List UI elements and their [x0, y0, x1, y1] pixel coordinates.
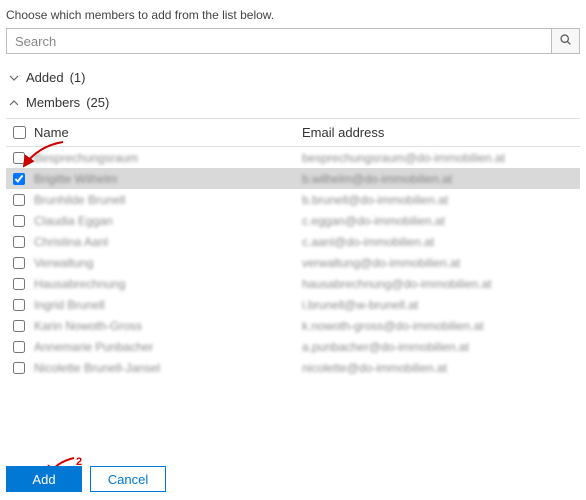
section-members-count: (25) — [86, 95, 109, 110]
row-name: Verwaltung — [32, 256, 300, 270]
row-checkbox[interactable] — [13, 362, 25, 374]
row-name: Besprechungsraum — [32, 151, 300, 165]
chevron-down-icon — [8, 72, 20, 84]
table-row[interactable]: Besprechungsraumbesprechungsraum@do-immo… — [6, 147, 580, 168]
members-table[interactable]: Name Email address Besprechungsraumbespr… — [6, 118, 580, 376]
row-email: i.brunell@w-brunell.at — [300, 298, 580, 312]
row-checkbox[interactable] — [13, 320, 25, 332]
row-name: Annemarie Punbacher — [32, 340, 300, 354]
row-name: Brunhilde Brunell — [32, 193, 300, 207]
row-email: a.punbacher@do-immobilien.at — [300, 340, 580, 354]
column-email[interactable]: Email address — [300, 125, 580, 140]
row-name: Christina Aanl — [32, 235, 300, 249]
table-header: Name Email address — [6, 119, 580, 147]
table-row[interactable]: Claudia Egganc.eggan@do-immobilien.at — [6, 210, 580, 231]
search-icon — [559, 33, 572, 49]
table-row[interactable]: Verwaltungverwaltung@do-immobilien.at — [6, 252, 580, 273]
row-email: c.eggan@do-immobilien.at — [300, 214, 580, 228]
row-checkbox[interactable] — [13, 236, 25, 248]
row-email: verwaltung@do-immobilien.at — [300, 256, 580, 270]
row-checkbox[interactable] — [13, 215, 25, 227]
row-checkbox[interactable] — [13, 257, 25, 269]
table-row[interactable]: Brigitte Wilhelmb.wilhelm@do-immobilien.… — [6, 168, 580, 189]
row-checkbox[interactable] — [13, 341, 25, 353]
table-row[interactable]: Nicolette Brunell-Janselnicolette@do-imm… — [6, 357, 580, 376]
table-row[interactable]: Annemarie Punbachera.punbacher@do-immobi… — [6, 336, 580, 357]
row-checkbox[interactable] — [13, 152, 25, 164]
row-email: besprechungsraum@do-immobilien.at — [300, 151, 580, 165]
table-row[interactable]: Karin Nowoth-Grossk.nowoth-gross@do-immo… — [6, 315, 580, 336]
row-name: Ingrid Brunell — [32, 298, 300, 312]
row-name: Nicolette Brunell-Jansel — [32, 361, 300, 375]
column-name[interactable]: Name — [32, 125, 300, 140]
search-row — [0, 28, 586, 62]
select-all-checkbox[interactable] — [13, 126, 26, 139]
cancel-button[interactable]: Cancel — [90, 466, 166, 492]
chevron-up-icon — [8, 97, 20, 109]
row-email: b.wilhelm@do-immobilien.at — [300, 172, 580, 186]
section-added-header[interactable]: Added (1) — [0, 62, 586, 93]
row-checkbox[interactable] — [13, 299, 25, 311]
table-row[interactable]: Hausabrechnunghausabrechnung@do-immobili… — [6, 273, 580, 294]
section-members-label: Members — [26, 95, 80, 110]
table-row[interactable]: Brunhilde Brunellb.brunell@do-immobilien… — [6, 189, 580, 210]
section-added-count: (1) — [70, 70, 86, 85]
row-name: Claudia Eggan — [32, 214, 300, 228]
section-added-label: Added — [26, 70, 64, 85]
row-checkbox[interactable] — [13, 278, 25, 290]
dialog-footer: Add Cancel — [0, 458, 586, 500]
row-name: Karin Nowoth-Gross — [32, 319, 300, 333]
row-name: Brigitte Wilhelm — [32, 172, 300, 186]
search-button[interactable] — [552, 28, 580, 54]
row-email: nicolette@do-immobilien.at — [300, 361, 580, 375]
row-email: k.nowoth-gross@do-immobilien.at — [300, 319, 580, 333]
table-row[interactable]: Christina Aanlc.aanl@do-immobilien.at — [6, 231, 580, 252]
table-row[interactable]: Ingrid Brunelli.brunell@w-brunell.at — [6, 294, 580, 315]
row-checkbox[interactable] — [13, 194, 25, 206]
row-email: c.aanl@do-immobilien.at — [300, 235, 580, 249]
row-checkbox[interactable] — [13, 173, 25, 185]
section-members-header[interactable]: Members (25) — [0, 93, 586, 118]
row-name: Hausabrechnung — [32, 277, 300, 291]
add-button[interactable]: Add — [6, 466, 82, 492]
row-email: b.brunell@do-immobilien.at — [300, 193, 580, 207]
row-email: hausabrechnung@do-immobilien.at — [300, 277, 580, 291]
instruction-text: Choose which members to add from the lis… — [0, 0, 586, 28]
search-input[interactable] — [6, 28, 552, 54]
